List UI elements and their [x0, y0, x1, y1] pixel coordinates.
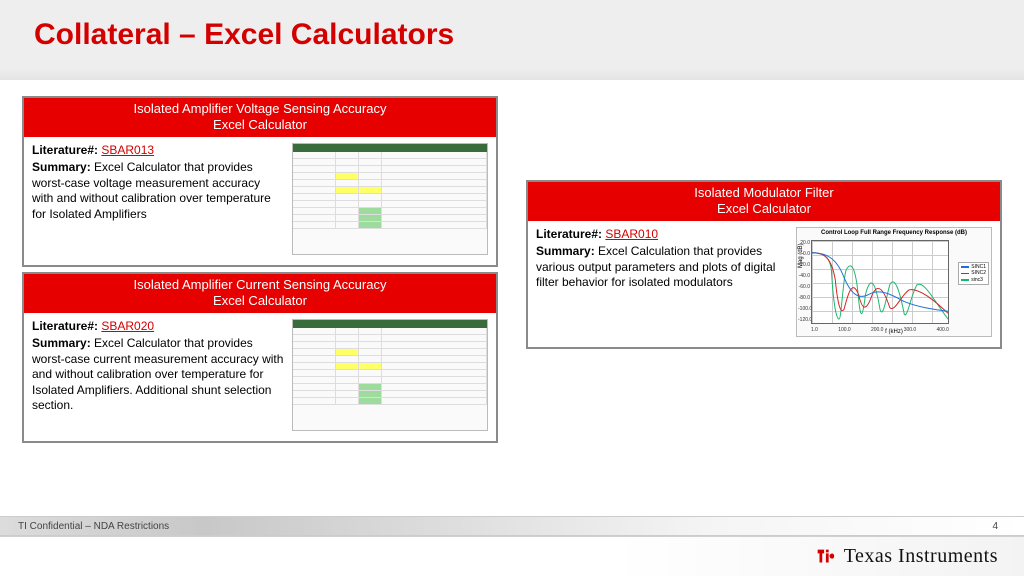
literature-link-sbar020[interactable]: SBAR020 — [101, 319, 154, 333]
summary-label: Summary: — [32, 336, 91, 350]
literature-link-sbar013[interactable]: SBAR013 — [101, 143, 154, 157]
card-header: Isolated Amplifier Voltage Sensing Accur… — [24, 98, 496, 137]
card-header-line2: Excel Calculator — [30, 117, 490, 133]
footer-logo-band: Texas Instruments — [0, 536, 1024, 576]
literature-link-sbar010[interactable]: SBAR010 — [605, 227, 658, 241]
filter-response-plot: Control Loop Full Range Frequency Respon… — [796, 227, 992, 337]
slide-header: Collateral – Excel Calculators — [0, 0, 1024, 80]
card-header-line2: Excel Calculator — [30, 293, 490, 309]
footer-confidential-strip: TI Confidential – NDA Restrictions 4 — [0, 516, 1024, 536]
plot-xlabel: f (kHz) — [885, 329, 903, 335]
card-header-line2: Excel Calculator — [534, 201, 994, 217]
summary-label: Summary: — [536, 244, 595, 258]
plot-title: Control Loop Full Range Frequency Respon… — [799, 230, 989, 236]
summary-label: Summary: — [32, 160, 91, 174]
literature-label: Literature#: — [536, 227, 602, 241]
plot-x-ticks: 1.0100.0200.0300.0400.0 — [811, 327, 949, 333]
ti-logo-icon — [814, 546, 836, 568]
plot-ylabel: Mag (dB) — [798, 243, 804, 268]
card-header: Isolated Modulator Filter Excel Calculat… — [528, 182, 1000, 221]
page-title: Collateral – Excel Calculators — [34, 18, 990, 52]
ti-logo-text: Texas Instruments — [844, 545, 998, 568]
literature-label: Literature#: — [32, 319, 98, 333]
card-header-line1: Isolated Amplifier Current Sensing Accur… — [30, 277, 490, 293]
card-voltage-sensing: Isolated Amplifier Voltage Sensing Accur… — [22, 96, 498, 267]
card-header-line1: Isolated Amplifier Voltage Sensing Accur… — [30, 101, 490, 117]
excel-screenshot-thumbnail — [292, 143, 488, 255]
plot-legend: SINC1SINC2sinc3 — [958, 262, 989, 286]
literature-label: Literature#: — [32, 143, 98, 157]
plot-area — [811, 240, 949, 324]
confidential-text: TI Confidential – NDA Restrictions — [18, 521, 169, 532]
card-header-line1: Isolated Modulator Filter — [534, 185, 994, 201]
excel-screenshot-thumbnail — [292, 319, 488, 431]
card-header: Isolated Amplifier Current Sensing Accur… — [24, 274, 496, 313]
card-modulator-filter: Isolated Modulator Filter Excel Calculat… — [526, 180, 1002, 349]
card-current-sensing: Isolated Amplifier Current Sensing Accur… — [22, 272, 498, 443]
page-number: 4 — [992, 521, 998, 532]
